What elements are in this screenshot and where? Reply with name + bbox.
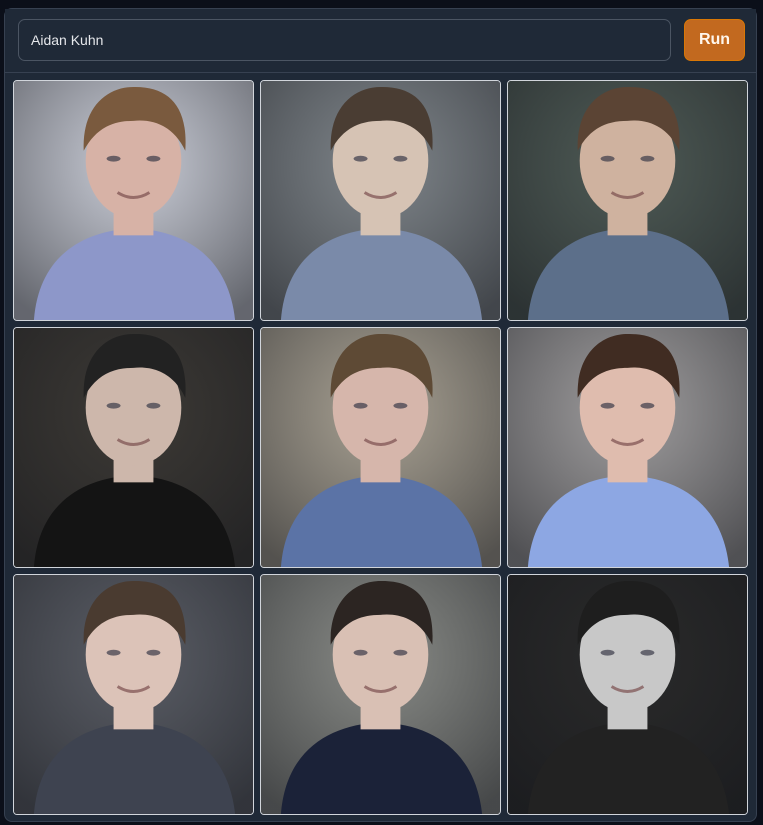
portrait-image [14, 81, 253, 320]
gallery-image-9[interactable] [507, 574, 748, 815]
gallery-image-3[interactable] [507, 80, 748, 321]
portrait-image [508, 575, 747, 814]
image-gallery [13, 80, 750, 815]
portrait-image [261, 328, 500, 567]
prompt-input[interactable] [18, 19, 671, 61]
gallery-image-5[interactable] [260, 327, 501, 568]
gallery-image-8[interactable] [260, 574, 501, 815]
gallery-image-1[interactable] [13, 80, 254, 321]
gallery-image-2[interactable] [260, 80, 501, 321]
app-panel: Run [4, 8, 757, 822]
portrait-image [14, 575, 253, 814]
portrait-image [14, 328, 253, 567]
prompt-bar: Run [5, 9, 756, 73]
portrait-image [261, 575, 500, 814]
portrait-image [508, 328, 747, 567]
portrait-image [261, 81, 500, 320]
gallery-image-4[interactable] [13, 327, 254, 568]
gallery-image-7[interactable] [13, 574, 254, 815]
gallery-image-6[interactable] [507, 327, 748, 568]
portrait-image [508, 81, 747, 320]
run-button[interactable]: Run [684, 19, 745, 61]
